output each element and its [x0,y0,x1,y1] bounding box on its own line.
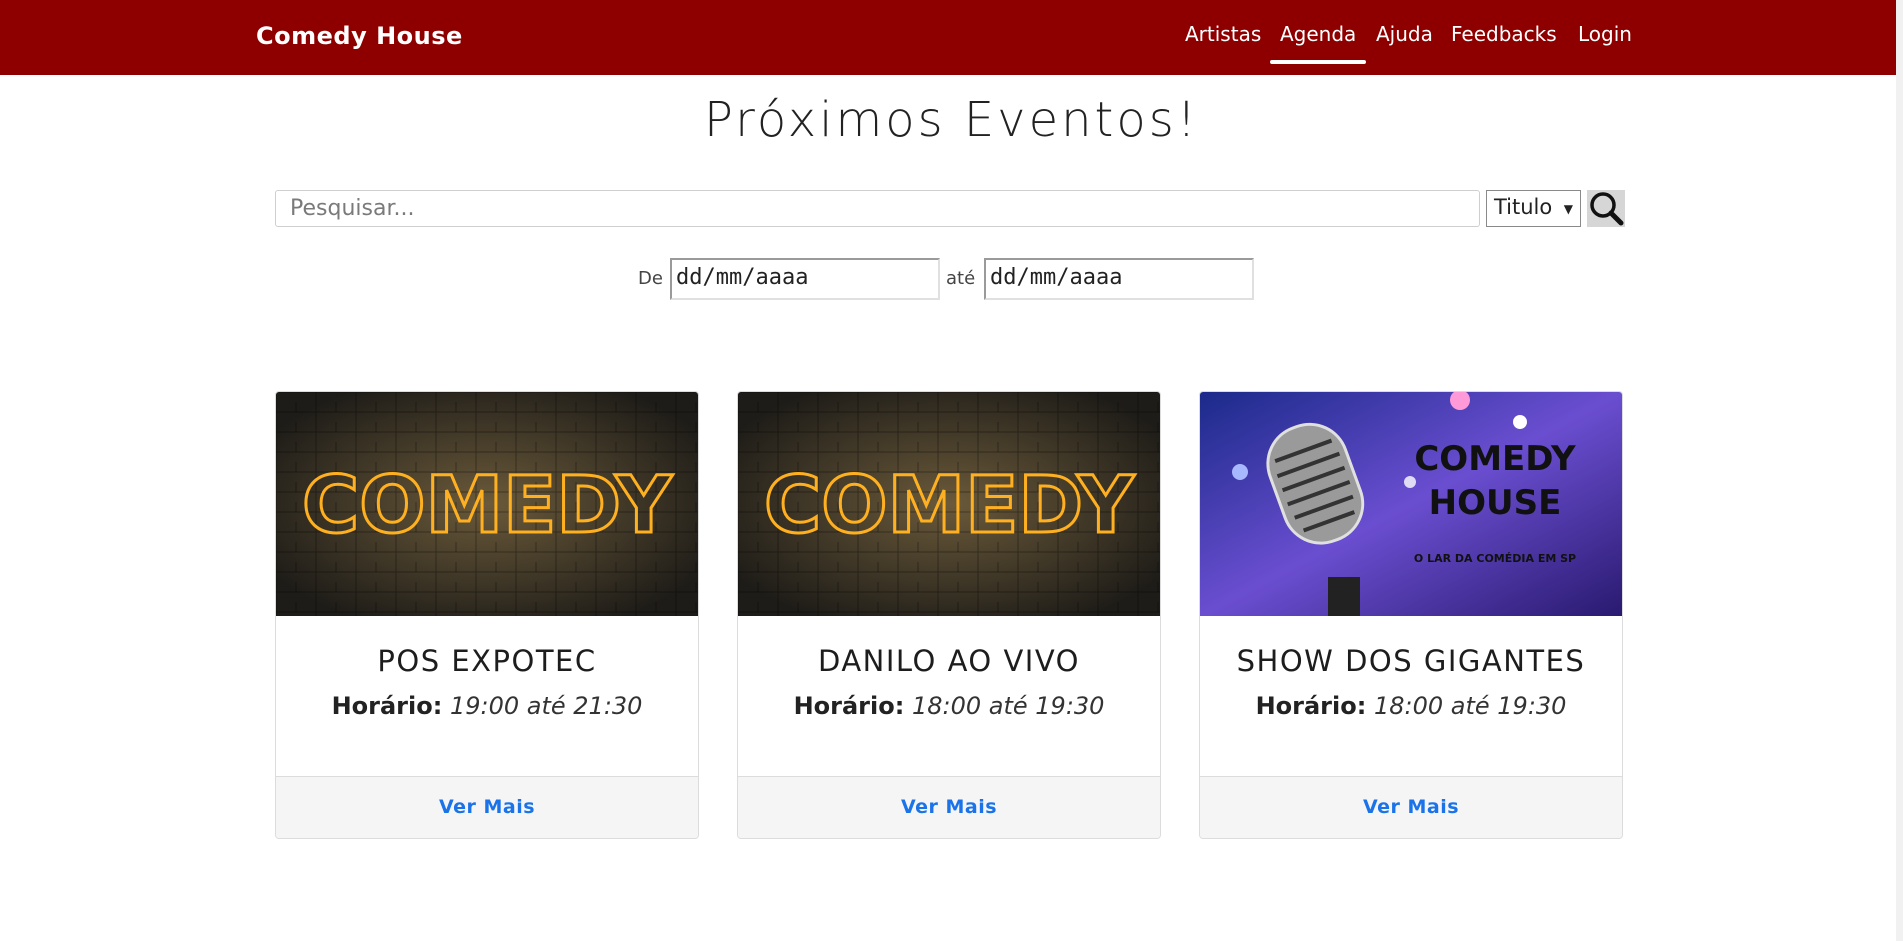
event-time: Horário: 18:00 até 19:30 [738,692,1160,720]
svg-text:O LAR DA COMÉDIA EM SP: O LAR DA COMÉDIA EM SP [1414,552,1576,565]
nav-item-ajuda[interactable]: Ajuda [1376,22,1433,46]
ver-mais-link[interactable]: Ver Mais [439,796,535,818]
card-footer: Ver Mais [1200,776,1622,838]
event-time-value: 18:00 até 19:30 [1373,692,1567,720]
event-time: Horário: 18:00 até 19:30 [1200,692,1622,720]
event-time-value: 18:00 até 19:30 [911,692,1105,720]
page-title: Próximos Eventos! [704,92,1199,148]
ver-mais-link[interactable]: Ver Mais [901,796,997,818]
search-filter-selected: Titulo [1494,195,1553,219]
search-button[interactable] [1587,190,1625,227]
event-image-microphone-poster[interactable]: COMEDY HOUSE O LAR DA COMÉDIA EM SP [1200,392,1622,616]
ver-mais-link[interactable]: Ver Mais [1363,796,1459,818]
event-time-label: Horário: [793,692,905,720]
svg-text:COMEDY: COMEDY [302,461,674,551]
nav-item-feedbacks[interactable]: Feedbacks [1451,22,1557,46]
date-to-input[interactable]: dd/mm/aaaa [984,258,1254,300]
search-filter-select[interactable]: Titulo ▼ [1486,190,1581,227]
date-to-label: até [946,268,976,289]
event-image-neon-comedy[interactable]: COMEDY [276,392,698,616]
event-title: SHOW DOS GIGANTES [1236,644,1586,678]
date-from-label: De [638,268,663,289]
card-footer: Ver Mais [276,776,698,838]
card-footer: Ver Mais [738,776,1160,838]
svg-text:COMEDY: COMEDY [764,461,1136,551]
event-title: DANILO AO VIVO [818,644,1080,678]
event-card: COMEDY HOUSE O LAR DA COMÉDIA EM SP SHOW… [1199,391,1623,839]
chevron-down-icon: ▼ [1563,202,1573,216]
nav-item-agenda[interactable]: Agenda [1269,22,1367,64]
event-image-neon-comedy[interactable]: COMEDY [738,392,1160,616]
svg-text:COMEDY: COMEDY [1414,439,1576,479]
event-card: COMEDY DANILO AO VIVO Horário: 18:00 até… [737,391,1161,839]
top-navbar: Comedy House Artistas Agenda Ajuda Feedb… [0,0,1903,75]
event-time-label: Horário: [331,692,443,720]
search-icon [1590,192,1624,226]
event-time: Horário: 19:00 até 21:30 [276,692,698,720]
nav-item-artistas[interactable]: Artistas [1185,22,1261,46]
event-time-value: 19:00 até 21:30 [449,692,643,720]
event-title: POS EXPOTEC [377,644,597,678]
event-time-label: Horário: [1255,692,1367,720]
event-card: COMEDY POS EXPOTEC Horário: 19:00 até 21… [275,391,699,839]
brand-logo-text[interactable]: Comedy House [256,22,463,50]
nav-item-login[interactable]: Login [1578,22,1632,46]
svg-text:HOUSE: HOUSE [1429,483,1562,523]
date-from-input[interactable]: dd/mm/aaaa [670,258,940,300]
search-input[interactable] [275,190,1480,227]
